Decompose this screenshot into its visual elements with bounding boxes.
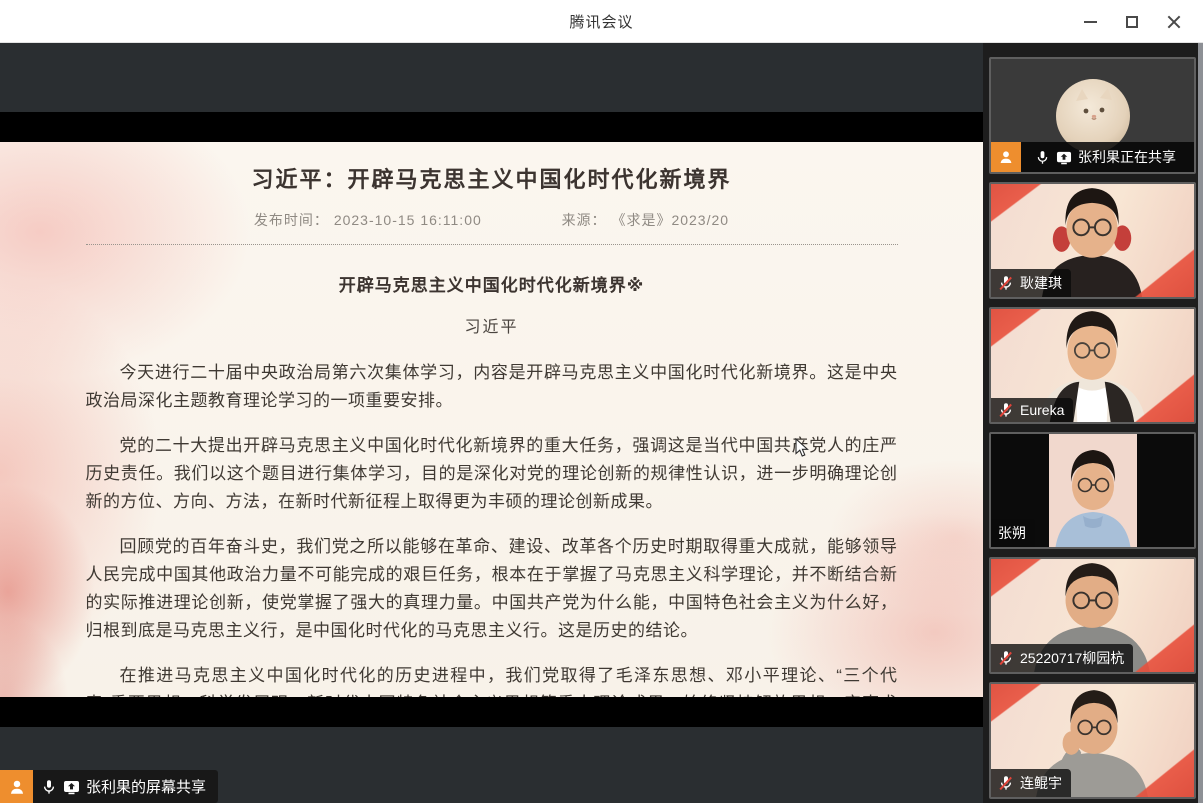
participant-badge: Eureka: [991, 398, 1073, 422]
paragraph: 党的二十大提出开辟马克思主义中国化时代化新境界的重大任务，强调这是当代中国共产党…: [86, 432, 898, 516]
screen-share-icon: [63, 779, 80, 795]
participant-tile-eureka[interactable]: Eureka: [989, 307, 1196, 424]
participant-tile-gengjianqi[interactable]: 耿建琪: [989, 182, 1196, 299]
source-value: 《求是》2023/20: [611, 212, 729, 228]
mic-on-icon: [41, 779, 57, 795]
article-meta: 发布时间： 2023-10-15 16:11:00 来源： 《求是》2023/2…: [86, 210, 898, 230]
participant-name: 连鲲宇: [1020, 773, 1062, 793]
member-icon: [991, 142, 1021, 172]
participant-tile-liuyuanhang[interactable]: 25220717柳园杭: [989, 557, 1196, 674]
mic-muted-icon: [998, 775, 1014, 791]
screen-share-badge: 张利果的屏幕共享: [0, 770, 218, 803]
window-title: 腾讯会议: [569, 11, 633, 32]
article-body: 今天进行二十届中央政治局第六次集体学习，内容是开辟马克思主义中国化时代化新境界。…: [86, 359, 898, 697]
window-controls: [1069, 0, 1195, 43]
participant-badge: 耿建琪: [991, 269, 1071, 297]
paragraph: 今天进行二十届中央政治局第六次集体学习，内容是开辟马克思主义中国化时代化新境界。…: [86, 359, 898, 415]
minimize-icon: [1084, 21, 1097, 23]
titlebar: 腾讯会议: [0, 0, 1203, 43]
shared-document: 习近平：开辟马克思主义中国化时代化新境界 发布时间： 2023-10-15 16…: [0, 142, 983, 697]
participants-sidebar: 张利果正在共享: [983, 43, 1203, 803]
publish-time-value: 2023-10-15 16:11:00: [334, 212, 482, 228]
article-heading: 开辟马克思主义中国化时代化新境界※: [86, 271, 898, 296]
share-badge-label: 张利果的屏幕共享: [86, 776, 206, 797]
mic-muted-icon: [998, 650, 1014, 666]
maximize-button[interactable]: [1111, 0, 1153, 43]
mouse-cursor-icon: [795, 438, 809, 458]
article-title: 习近平：开辟马克思主义中国化时代化新境界: [86, 158, 898, 194]
letterbox-bottom: [0, 697, 983, 727]
participant-badge: 连鲲宇: [991, 769, 1071, 797]
publish-time-label: 发布时间：: [254, 212, 329, 228]
screen-share-icon: [1056, 150, 1072, 165]
mic-on-icon: [1035, 150, 1050, 165]
close-icon: [1167, 15, 1181, 29]
paragraph: 在推进马克思主义中国化时代化的历史进程中，我们党取得了毛泽东思想、邓小平理论、“…: [86, 662, 898, 697]
participant-name: 耿建琪: [1020, 273, 1062, 293]
participant-tile-zhangliguo[interactable]: 张利果正在共享: [989, 57, 1196, 174]
portrait-video-strip: [1049, 434, 1137, 549]
participant-tile-zhangshuo[interactable]: 张朔: [989, 432, 1196, 549]
person-figure: [1049, 434, 1137, 549]
paragraph: 回顾党的百年奋斗史，我们党之所以能够在革命、建设、改革各个历史时期取得重大成就，…: [86, 533, 898, 645]
mic-muted-icon: [998, 402, 1014, 418]
participant-tile-liankunyu[interactable]: 连鲲宇: [989, 682, 1196, 799]
minimize-button[interactable]: [1069, 0, 1111, 43]
dotted-separator: [86, 244, 898, 245]
participant-name: 张利果正在共享: [1078, 147, 1176, 167]
letterbox-top: [0, 112, 983, 142]
member-icon: [0, 770, 33, 803]
close-button[interactable]: [1153, 0, 1195, 43]
article-author: 习近平: [86, 313, 898, 337]
participant-name: 张朔: [998, 523, 1026, 543]
maximize-icon: [1126, 16, 1138, 28]
screen-share-stage: 习近平：开辟马克思主义中国化时代化新境界 发布时间： 2023-10-15 16…: [0, 43, 983, 803]
participant-name: Eureka: [1020, 402, 1064, 418]
sidebar-scrollbar[interactable]: [1198, 43, 1203, 803]
participant-badge: 25220717柳园杭: [991, 644, 1133, 672]
participant-name: 25220717柳园杭: [1020, 648, 1124, 668]
source-label: 来源：: [562, 212, 607, 228]
mic-muted-icon: [998, 275, 1014, 291]
participant-badge: 张利果正在共享: [991, 142, 1194, 172]
participant-badge: 张朔: [991, 519, 1035, 547]
meeting-window: 腾讯会议 习近平：开辟马克思主义中国化时代化新境界 发布时间： 2023-10-…: [0, 0, 1203, 803]
